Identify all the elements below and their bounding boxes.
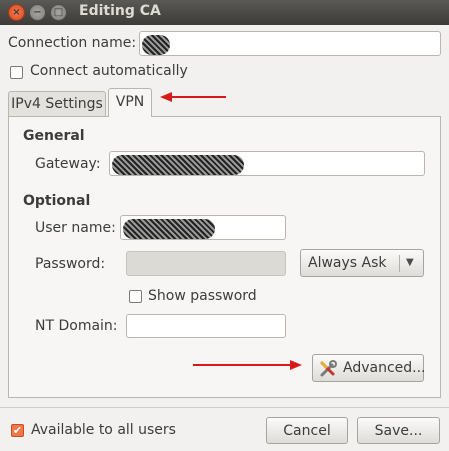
- connect-automatically-checkbox[interactable]: [10, 66, 23, 79]
- connect-automatically-label: Connect automatically: [30, 63, 188, 79]
- checkmark-icon: ✔: [12, 424, 23, 437]
- redacted-username: [123, 219, 215, 239]
- connection-name-label: Connection name:: [8, 35, 137, 51]
- available-to-all-users-checkbox[interactable]: ✔: [11, 424, 24, 437]
- password-input[interactable]: [126, 251, 286, 276]
- advanced-button-label: Advanced...: [343, 360, 426, 376]
- annotation-arrow-vpn: [170, 96, 226, 98]
- advanced-button[interactable]: Advanced...: [312, 354, 426, 382]
- window-minimize-button[interactable]: −: [29, 4, 46, 21]
- gateway-label: Gateway:: [35, 156, 101, 172]
- tab-vpn-label: VPN: [115, 94, 145, 110]
- footer-divider: [0, 407, 449, 408]
- save-button[interactable]: Save...: [357, 417, 440, 444]
- redacted-connection-name: [142, 35, 170, 55]
- tab-ipv4-settings[interactable]: IPv4 Settings: [8, 91, 106, 116]
- chevron-down-icon: ▼: [406, 257, 414, 268]
- dropdown-separator: [399, 255, 400, 272]
- show-password-checkbox[interactable]: [129, 290, 142, 303]
- window-close-button[interactable]: ×: [8, 4, 25, 21]
- password-mode-value: Always Ask: [308, 255, 387, 271]
- annotation-arrowhead-advanced: [290, 360, 302, 370]
- nt-domain-label: NT Domain:: [35, 318, 118, 334]
- password-label: Password:: [35, 256, 106, 272]
- tab-vpn[interactable]: VPN: [108, 88, 152, 117]
- available-to-all-users-label: Available to all users: [31, 422, 176, 438]
- gateway-input[interactable]: [109, 151, 425, 176]
- window-title: Editing CA: [79, 3, 161, 19]
- password-mode-dropdown[interactable]: Always Ask ▼: [300, 249, 424, 277]
- wrench-screwdriver-icon: [320, 360, 337, 377]
- cancel-button[interactable]: Cancel: [266, 417, 348, 444]
- optional-heading: Optional: [23, 193, 91, 209]
- redacted-gateway: [112, 155, 244, 175]
- save-button-label: Save...: [374, 422, 423, 439]
- show-password-label: Show password: [148, 288, 257, 304]
- tab-ipv4-settings-label: IPv4 Settings: [11, 96, 103, 112]
- annotation-arrow-advanced: [193, 364, 290, 366]
- connection-name-input[interactable]: [139, 31, 441, 56]
- title-bar: × − □ Editing CA: [0, 0, 449, 25]
- username-input[interactable]: [120, 215, 286, 240]
- window-maximize-button[interactable]: □: [50, 4, 67, 21]
- general-heading: General: [23, 128, 85, 144]
- username-label: User name:: [35, 220, 116, 236]
- cancel-button-label: Cancel: [283, 422, 331, 439]
- nt-domain-input[interactable]: [126, 314, 286, 338]
